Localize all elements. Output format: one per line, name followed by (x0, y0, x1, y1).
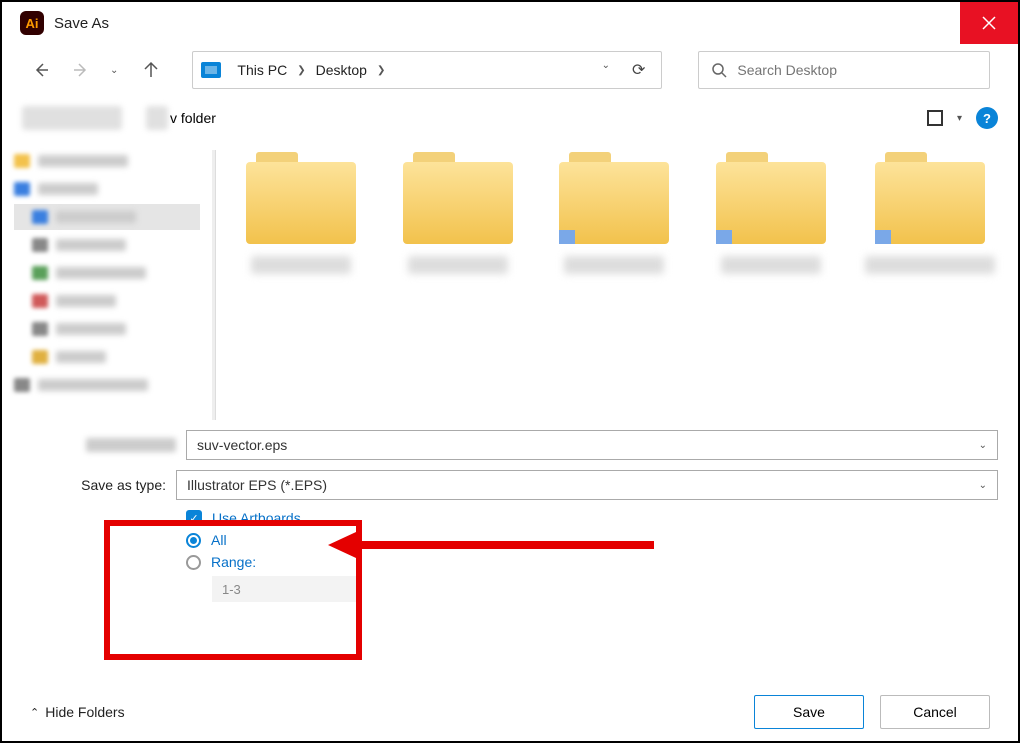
sidebar-item[interactable] (14, 232, 200, 258)
close-button[interactable] (960, 2, 1018, 44)
arrow-left-icon (32, 61, 50, 79)
nav-history-dropdown[interactable]: ⌄ (110, 65, 118, 76)
folder-item[interactable] (397, 152, 520, 274)
app-icon: Ai (20, 11, 44, 35)
sidebar-item[interactable] (14, 148, 200, 174)
save-button[interactable]: Save (754, 695, 864, 729)
close-icon (982, 16, 996, 30)
sidebar-item[interactable] (14, 176, 200, 202)
window-title: Save As (54, 15, 109, 32)
save-as-type-dropdown[interactable]: Illustrator EPS (*.EPS) ⌄ (176, 470, 998, 500)
nav-up-button[interactable] (140, 59, 162, 81)
sidebar-item[interactable] (14, 344, 200, 370)
chevron-right-icon: ❯ (293, 65, 309, 76)
address-history-dropdown[interactable]: ⌄ (602, 60, 610, 80)
toolbar-item[interactable] (22, 106, 122, 130)
range-radio-label: Range: (211, 554, 256, 570)
nav-forward-button[interactable] (70, 59, 92, 81)
range-input[interactable] (212, 576, 362, 602)
refresh-button[interactable]: ⟳ (632, 60, 645, 80)
sidebar-item[interactable] (14, 372, 200, 398)
arrow-up-icon (142, 61, 160, 79)
sidebar (2, 140, 212, 430)
new-folder-button[interactable]: v folder (170, 110, 216, 126)
filename-input[interactable]: suv-vector.eps ⌄ (186, 430, 998, 460)
search-input[interactable] (737, 62, 977, 78)
view-dropdown-icon[interactable]: ▾ (957, 113, 962, 124)
filename-value: suv-vector.eps (197, 437, 287, 453)
help-button[interactable]: ? (976, 107, 998, 129)
breadcrumb-l2[interactable]: Desktop (310, 62, 373, 78)
cancel-button[interactable]: Cancel (880, 695, 990, 729)
folder-item[interactable] (553, 152, 676, 274)
file-list[interactable] (216, 140, 1018, 430)
sidebar-item[interactable] (14, 316, 200, 342)
sidebar-item[interactable] (14, 204, 200, 230)
folder-item[interactable] (866, 152, 994, 274)
save-as-type-label: Save as type: (72, 477, 176, 493)
address-bar[interactable]: This PC ❯ Desktop ❯ ⌄ ⟳ (192, 51, 662, 89)
all-radio-label: All (211, 532, 227, 548)
view-mode-button[interactable] (927, 110, 943, 126)
chevron-right-icon: ❯ (373, 65, 389, 76)
folder-item[interactable] (240, 152, 363, 274)
folder-item[interactable] (710, 152, 833, 274)
pc-icon (201, 62, 221, 78)
all-radio[interactable] (186, 533, 201, 548)
hide-folders-label: Hide Folders (45, 704, 124, 720)
toolbar-item[interactable] (146, 106, 168, 130)
range-radio[interactable] (186, 555, 201, 570)
nav-back-button[interactable] (30, 59, 52, 81)
use-artboards-label: Use Artboards (212, 510, 301, 526)
chevron-up-icon: ⌃ (30, 706, 39, 719)
chevron-down-icon[interactable]: ⌄ (979, 440, 987, 451)
search-bar[interactable] (698, 51, 990, 89)
search-icon (711, 62, 727, 78)
sidebar-item[interactable] (14, 288, 200, 314)
breadcrumb-l1[interactable]: This PC (231, 62, 293, 78)
save-as-type-value: Illustrator EPS (*.EPS) (187, 477, 327, 493)
chevron-down-icon[interactable]: ⌄ (979, 480, 987, 491)
filename-label (86, 438, 176, 452)
arrow-right-icon (72, 61, 90, 79)
use-artboards-checkbox[interactable]: ✓ (186, 510, 202, 526)
hide-folders-button[interactable]: ⌃ Hide Folders (30, 704, 125, 720)
sidebar-item[interactable] (14, 260, 200, 286)
